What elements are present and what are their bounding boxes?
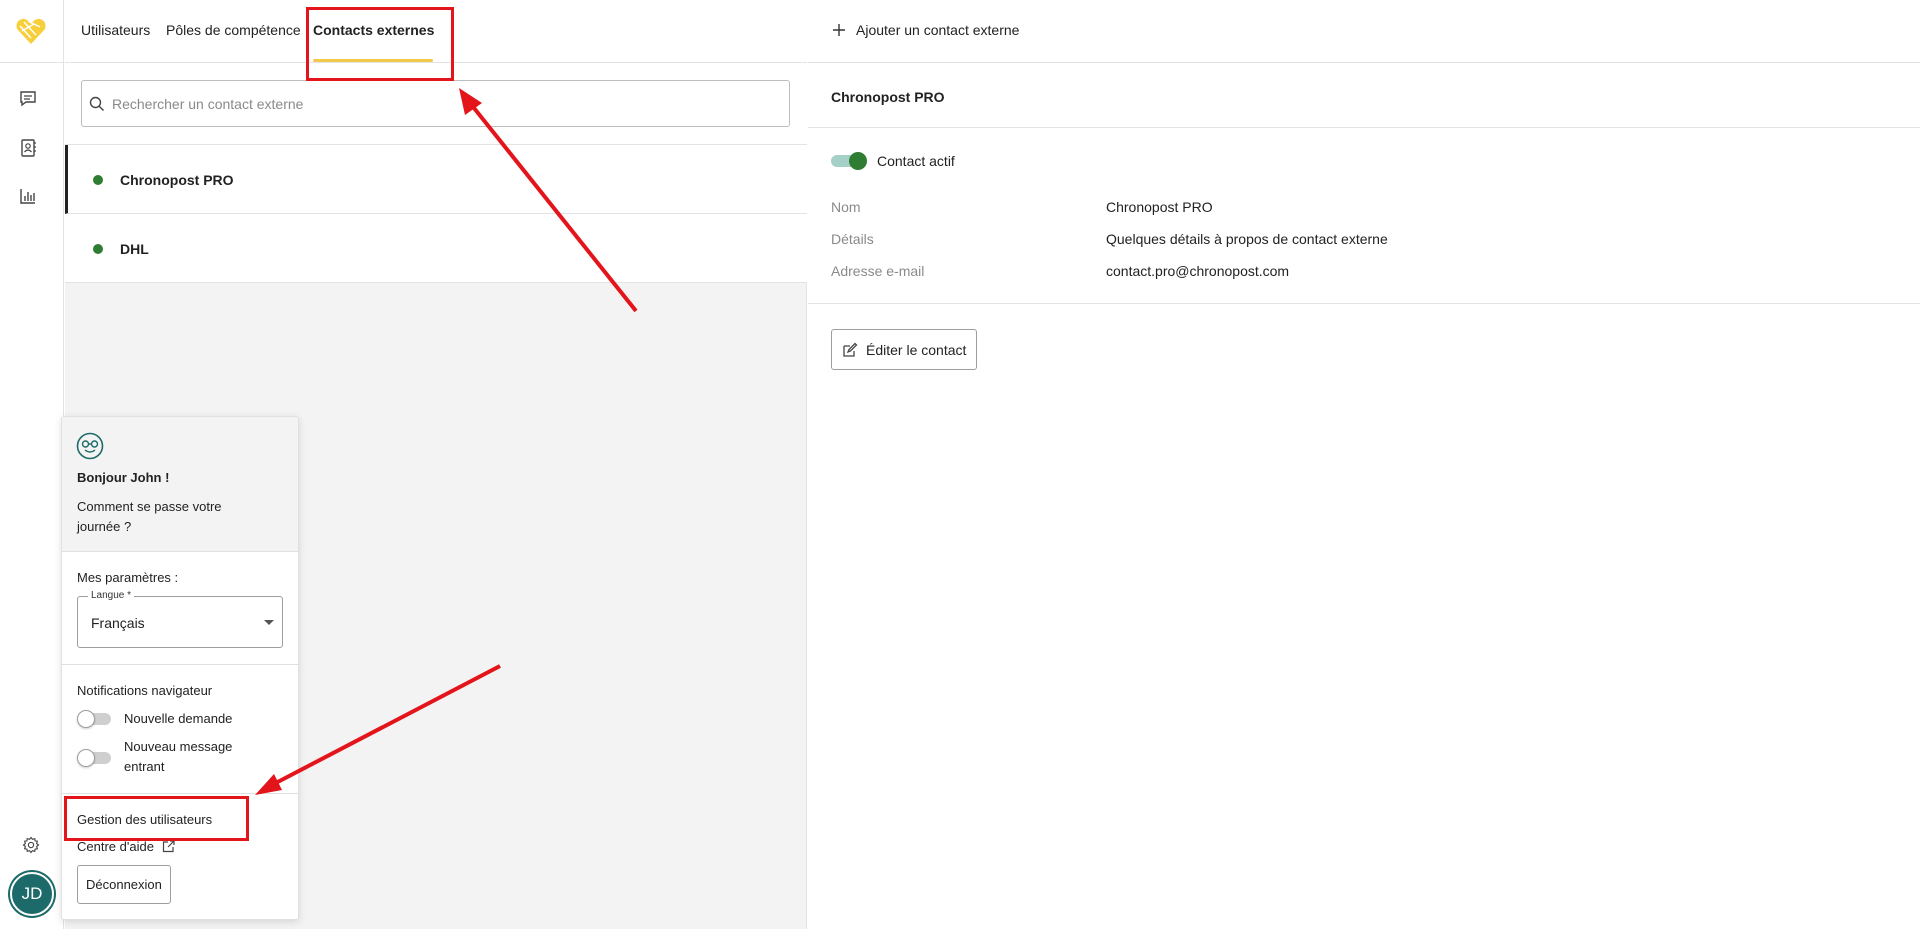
logout-button[interactable]: Déconnexion — [77, 865, 171, 904]
new-request-label: Nouvelle demande — [124, 711, 233, 726]
annotation-highlight-box — [64, 796, 249, 841]
edit-contact-button[interactable]: Éditer le contact — [831, 329, 978, 370]
contact-detail-panel: Ajouter un contact externe Chronopost PR… — [808, 0, 1920, 929]
greeting-text: Bonjour John ! — [77, 470, 170, 485]
new-request-toggle[interactable] — [77, 710, 113, 728]
dropdown-caret-icon — [264, 620, 274, 625]
field-value: Chronopost PRO — [1106, 199, 1213, 215]
statistics-icon[interactable] — [18, 186, 38, 206]
add-external-contact-button[interactable]: Ajouter un contact externe — [832, 22, 1019, 38]
tab-competence-poles[interactable]: Pôles de compétence — [166, 22, 301, 38]
field-label: Nom — [831, 199, 861, 215]
greeting-section: Bonjour John ! Comment se passe votre jo… — [62, 417, 298, 552]
contact-list-item[interactable]: Chronopost PRO — [65, 145, 807, 214]
chat-icon[interactable] — [18, 89, 38, 109]
active-contact-row: Contact actif — [831, 152, 955, 170]
help-center-label: Centre d'aide — [77, 839, 154, 854]
contact-name: Chronopost PRO — [120, 172, 234, 188]
brand-logo-icon[interactable] — [14, 14, 48, 48]
user-menu-popup: Bonjour John ! Comment se passe votre jo… — [61, 416, 299, 920]
greeting-question: Comment se passe votre journée ? — [77, 499, 222, 534]
contacts-book-icon[interactable] — [18, 138, 38, 158]
user-avatar[interactable]: JD — [10, 872, 54, 916]
new-message-toggle[interactable] — [77, 749, 113, 767]
contact-list-item[interactable]: DHL — [65, 214, 807, 283]
help-center-link[interactable]: Centre d'aide — [77, 839, 175, 854]
smiley-glasses-icon — [76, 432, 104, 460]
language-value: Français — [91, 615, 145, 631]
active-status-dot — [93, 244, 103, 254]
popup-divider — [62, 664, 298, 665]
contact-name: DHL — [120, 241, 149, 257]
left-rail: JD — [0, 0, 64, 929]
active-contact-label: Contact actif — [877, 153, 955, 169]
detail-divider — [808, 303, 1920, 304]
field-label: Adresse e-mail — [831, 263, 925, 279]
plus-icon — [833, 24, 845, 36]
edit-icon — [843, 342, 858, 357]
active-contact-toggle[interactable] — [831, 152, 867, 170]
popup-divider — [62, 793, 298, 794]
gear-icon[interactable] — [22, 836, 40, 854]
active-status-dot — [93, 175, 103, 185]
add-external-contact-label: Ajouter un contact externe — [856, 22, 1020, 38]
field-value: Quelques détails à propos de contact ext… — [1106, 231, 1388, 247]
tab-users[interactable]: Utilisateurs — [81, 22, 150, 38]
external-link-icon — [162, 840, 175, 853]
detail-title: Chronopost PRO — [831, 89, 945, 105]
field-value: contact.pro@chronopost.com — [1106, 263, 1290, 279]
rail-divider — [0, 62, 64, 63]
my-settings-label: Mes paramètres : — [77, 570, 179, 585]
detail-toolbar: Ajouter un contact externe — [808, 0, 1920, 63]
edit-contact-label: Éditer le contact — [866, 341, 967, 358]
search-input[interactable] — [112, 81, 782, 126]
browser-notifications-label: Notifications navigateur — [77, 683, 213, 698]
language-select[interactable]: Langue * Français — [77, 590, 283, 648]
annotation-highlight-box — [306, 7, 454, 81]
search-icon — [89, 96, 104, 111]
language-legend: Langue * — [88, 590, 135, 601]
new-message-label: Nouveau message entrant — [124, 739, 233, 774]
search-box — [81, 80, 790, 127]
detail-header: Chronopost PRO — [808, 63, 1920, 128]
field-label: Détails — [831, 231, 874, 247]
